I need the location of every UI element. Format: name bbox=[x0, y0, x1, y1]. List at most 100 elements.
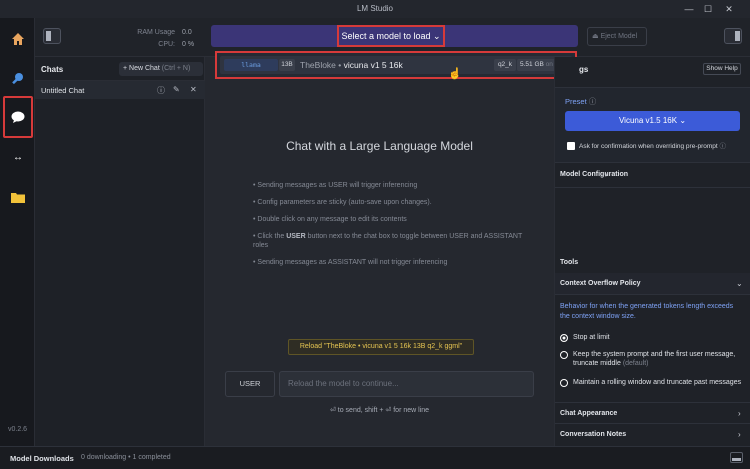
new-chat-button[interactable]: + New Chat (Ctrl + N) bbox=[119, 62, 203, 76]
model-size: 5.51 GB bbox=[520, 61, 544, 68]
window-title: LM Studio bbox=[356, 4, 394, 13]
title-bar: LM Studio — ☐ ✕ bbox=[0, 0, 750, 18]
minimize-icon[interactable]: — bbox=[683, 3, 695, 15]
option-rolling-window[interactable]: Maintain a rolling window and truncate p… bbox=[560, 378, 745, 398]
tools-section: Tools bbox=[555, 253, 750, 273]
chats-title: Chats bbox=[41, 65, 64, 74]
chat-icon[interactable] bbox=[7, 106, 29, 128]
chat-appearance-label: Chat Appearance bbox=[560, 410, 618, 417]
tip-toggle-prefix: • Click the bbox=[253, 233, 287, 240]
home-icon[interactable] bbox=[7, 28, 29, 50]
model-dropdown: llama 13B TheBloke • vicuna v1 5 16k q2_… bbox=[215, 51, 577, 79]
swap-arrows-icon[interactable]: ↔ bbox=[7, 146, 29, 168]
model-configuration-label: Model Configuration bbox=[560, 171, 629, 178]
settings-panel: gs Show Help Preset ⓘ Vicuna v1.5 16K ⌄ … bbox=[554, 57, 750, 446]
context-overflow-label: Context Overflow Policy bbox=[560, 280, 641, 287]
folder-icon[interactable] bbox=[7, 186, 29, 208]
info-icon: ⓘ bbox=[719, 143, 727, 150]
system-stats-labels: RAM Usage CPU: bbox=[120, 27, 175, 51]
confirm-override-row[interactable]: Ask for confirmation when overriding pre… bbox=[567, 140, 727, 151]
preset-value: Vicuna v1.5 16K bbox=[618, 116, 678, 125]
toggle-right-panel-button[interactable] bbox=[724, 28, 742, 44]
chevron-right-icon: › bbox=[738, 430, 741, 439]
show-help-button[interactable]: Show Help bbox=[703, 63, 741, 75]
radio-selected[interactable] bbox=[560, 334, 568, 342]
ram-value: 0.0 bbox=[182, 29, 192, 36]
model-downloads-label[interactable]: Model Downloads bbox=[10, 454, 74, 463]
option-truncate-middle[interactable]: Keep the system prompt and the first use… bbox=[560, 350, 745, 370]
message-input[interactable]: Reload the model to continue... bbox=[279, 371, 534, 397]
ram-label: RAM Usage bbox=[137, 29, 175, 36]
search-icon[interactable] bbox=[7, 67, 29, 89]
empty-state-heading: Chat with a Large Language Model bbox=[286, 139, 473, 153]
eject-model-button[interactable]: ⏏ Eject Model bbox=[587, 27, 647, 46]
maximize-icon[interactable]: ☐ bbox=[702, 3, 714, 15]
conversation-notes-label: Conversation Notes bbox=[560, 431, 627, 438]
model-separator: • bbox=[338, 60, 342, 70]
chats-sidebar: Chats + New Chat (Ctrl + N) Untitled Cha… bbox=[35, 57, 205, 446]
tips-list: • Sending messages as USER will trigger … bbox=[253, 181, 523, 275]
context-overflow-section[interactable]: Context Overflow Policy ⌄ bbox=[555, 273, 750, 295]
app-version: v0.2.6 bbox=[8, 426, 28, 433]
overflow-description: Behavior for when the generated tokens l… bbox=[560, 303, 734, 320]
arch-badge: llama bbox=[224, 59, 278, 71]
settings-header: gs Show Help bbox=[555, 57, 750, 82]
tip-item: • Click the USER button next to the chat… bbox=[253, 232, 523, 250]
chevron-right-icon: › bbox=[605, 170, 608, 179]
close-icon[interactable]: ✕ bbox=[723, 3, 735, 15]
model-select-bar[interactable]: Select a model to load ⌄ bbox=[211, 25, 578, 47]
model-select-button[interactable]: Select a model to load ⌄ bbox=[337, 25, 445, 47]
status-bar: Model Downloads 0 downloading • 1 comple… bbox=[0, 446, 750, 469]
delete-icon[interactable]: ✕ bbox=[190, 85, 197, 94]
role-toggle-button[interactable]: USER bbox=[225, 371, 275, 397]
chat-item-label: Untitled Chat bbox=[41, 86, 85, 95]
cpu-value: 0 % bbox=[182, 41, 195, 48]
quant-badge: q2_k bbox=[494, 59, 516, 71]
tip-item: • Sending messages as USER will trigger … bbox=[253, 182, 418, 189]
send-hint: ⏎ to send, shift + ⏎ for new line bbox=[329, 407, 430, 414]
conversation-notes-section[interactable]: Conversation Notes › bbox=[555, 424, 750, 446]
chevron-right-icon: › bbox=[738, 409, 741, 418]
confirm-override-checkbox[interactable] bbox=[567, 142, 575, 151]
radio-unselected[interactable] bbox=[560, 351, 568, 359]
radio-unselected[interactable] bbox=[560, 379, 568, 387]
preset-section: Preset ⓘ Vicuna v1.5 16K ⌄ Ask for confi… bbox=[555, 87, 750, 163]
eject-label: Eject Model bbox=[600, 33, 638, 40]
chevron-down-icon: ⌄ bbox=[679, 116, 687, 125]
model-configuration-section[interactable]: Model Configuration › bbox=[555, 163, 750, 188]
eject-icon: ⏏ bbox=[592, 33, 601, 40]
system-stats-values: 0.0 0 % bbox=[182, 27, 194, 51]
nav-rail: ↔ v0.2.6 bbox=[0, 18, 35, 446]
model-publisher: TheBloke bbox=[300, 60, 336, 70]
tools-label: Tools bbox=[560, 259, 579, 266]
tip-toggle-user: USER bbox=[286, 233, 306, 240]
chevron-down-icon: ⌄ bbox=[736, 279, 743, 288]
confirm-override-label: Ask for confirmation when overriding pre… bbox=[579, 143, 718, 150]
chats-header: Chats + New Chat (Ctrl + N) bbox=[35, 57, 204, 81]
chat-list-item[interactable]: Untitled Chat ⓘ ✎ ✕ bbox=[35, 81, 205, 99]
option-label: Keep the system prompt and the first use… bbox=[573, 351, 736, 367]
params-badge: 13B bbox=[279, 59, 295, 71]
model-name: vicuna v1 5 16k bbox=[343, 60, 403, 70]
chat-appearance-section[interactable]: Chat Appearance › bbox=[555, 402, 750, 424]
toggle-sidebar-button[interactable] bbox=[43, 28, 61, 44]
settings-title: gs bbox=[579, 65, 589, 74]
tip-item: • Sending messages as ASSISTANT will not… bbox=[253, 259, 448, 266]
toggle-downloads-panel-button[interactable] bbox=[730, 452, 743, 463]
preset-label: Preset ⓘ bbox=[565, 97, 597, 106]
option-stop-at-limit[interactable]: Stop at limit bbox=[560, 333, 745, 345]
model-option[interactable]: llama 13B TheBloke • vicuna v1 5 16k q2_… bbox=[220, 56, 572, 74]
cpu-label: CPU: bbox=[158, 41, 175, 48]
reload-model-button[interactable]: Reload "TheBloke • vicuna v1 5 16k 13B q… bbox=[288, 339, 474, 355]
chevron-down-icon: ⌄ bbox=[433, 31, 441, 41]
download-status: 0 downloading • 1 completed bbox=[81, 454, 171, 461]
pointer-cursor-icon: ☝ bbox=[448, 68, 462, 80]
edit-icon[interactable]: ✎ bbox=[173, 85, 180, 94]
preset-select[interactable]: Vicuna v1.5 16K ⌄ bbox=[565, 111, 740, 131]
model-option-name: TheBloke • vicuna v1 5 16k bbox=[300, 59, 403, 71]
option-label: Stop at limit bbox=[573, 334, 610, 341]
new-chat-label: + New Chat bbox=[123, 65, 160, 72]
chat-main: Chat with a Large Language Model • Sendi… bbox=[205, 57, 554, 446]
info-icon[interactable]: ⓘ bbox=[157, 85, 165, 96]
tip-item: • Double click on any message to edit it… bbox=[253, 216, 407, 223]
